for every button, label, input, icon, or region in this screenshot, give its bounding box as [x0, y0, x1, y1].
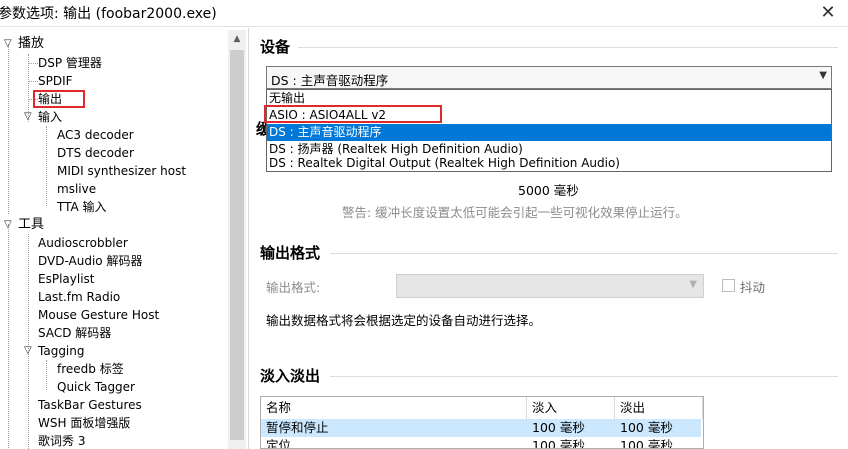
- tree-item-dsp-manager[interactable]: DSP 管理器: [38, 54, 102, 72]
- fade-section-title: 淡入淡出: [260, 367, 321, 385]
- chevron-down-icon: ▼: [689, 279, 697, 290]
- column-header-fade-in[interactable]: 淡入: [527, 397, 615, 419]
- annotation-highlight-box: [33, 90, 85, 108]
- tree-connector: [28, 81, 38, 82]
- tree-item-tta-input[interactable]: TTA 输入: [57, 198, 107, 216]
- window-title: 参数选项: 输出 (foobar2000.exe): [0, 6, 217, 22]
- fade-table[interactable]: 名称 淡入 淡出 暂停和停止 100 毫秒 100 毫秒 定位 100 毫秒 1…: [260, 396, 704, 449]
- collapse-arrow-icon[interactable]: ▽: [4, 216, 14, 234]
- section-divider: [330, 376, 838, 377]
- tree-item-sacd-decoder[interactable]: SACD 解码器: [38, 324, 111, 342]
- row-fade-out: 100 毫秒: [620, 420, 673, 435]
- tree-item-spdif[interactable]: SPDIF: [38, 72, 73, 90]
- scroll-up-icon[interactable]: ▲: [228, 30, 246, 48]
- device-select[interactable]: DS : 主声音驱动程序 ▼: [266, 66, 832, 89]
- tree-item-dvd-audio-decoder[interactable]: DVD-Audio 解码器: [38, 252, 142, 270]
- tree-item-midi-synth-host[interactable]: MIDI synthesizer host: [57, 162, 186, 180]
- column-header-name[interactable]: 名称: [261, 397, 527, 419]
- device-option-primary-sound-driver[interactable]: DS : 主声音驱动程序: [267, 124, 831, 141]
- row-fade-in: 100 毫秒: [532, 420, 585, 435]
- tree-item-mouse-gesture-host[interactable]: Mouse Gesture Host: [38, 306, 159, 324]
- dither-label: 抖动: [740, 280, 766, 295]
- tree-scrollbar[interactable]: ▲: [228, 30, 246, 449]
- section-divider: [298, 47, 838, 48]
- tree-item-wsh-panel[interactable]: WSH 面板增强版: [38, 414, 130, 432]
- table-row[interactable]: 暂停和停止 100 毫秒 100 毫秒: [261, 419, 701, 437]
- tree-item-mslive[interactable]: mslive: [57, 180, 96, 198]
- collapse-arrow-icon[interactable]: ▽: [4, 35, 14, 53]
- tree-connector: [28, 63, 38, 64]
- device-dropdown-list[interactable]: 无输出 ASIO : ASIO4ALL v2 DS : 主声音驱动程序 DS :…: [266, 89, 832, 172]
- row-fade-in: 100 毫秒: [532, 438, 585, 449]
- tree-item-input[interactable]: 输入: [38, 108, 62, 126]
- tree-item-lastfm-radio[interactable]: Last.fm Radio: [38, 288, 120, 306]
- tree-item-playback[interactable]: 播放: [18, 35, 44, 53]
- device-option-digital-output[interactable]: DS : Realtek Digital Output (Realtek Hig…: [267, 155, 831, 172]
- annotation-highlight-box: [264, 105, 442, 123]
- section-divider: [330, 253, 838, 254]
- output-format-select[interactable]: ▼: [396, 274, 704, 298]
- collapse-arrow-icon[interactable]: ▽: [24, 342, 34, 360]
- tree-item-esplaylist[interactable]: EsPlaylist: [38, 270, 94, 288]
- tree-item-quick-tagger[interactable]: Quick Tagger: [57, 378, 135, 396]
- output-settings-panel: 设备 DS : 主声音驱动程序 ▼ 无输出 ASIO : ASIO4ALL v2…: [250, 28, 848, 449]
- tree-connector: [46, 126, 47, 206]
- tree-item-taskbar-gestures[interactable]: TaskBar Gestures: [38, 396, 142, 414]
- title-bar: 参数选项: 输出 (foobar2000.exe) ✕: [0, 0, 848, 27]
- close-icon[interactable]: ✕: [808, 0, 848, 27]
- buffer-length-value: 5000 毫秒: [518, 183, 579, 198]
- tree-item-freedb-tags[interactable]: freedb 标签: [57, 360, 124, 378]
- row-name: 定位: [266, 438, 292, 449]
- tree-item-tools[interactable]: 工具: [18, 216, 44, 234]
- scrollbar-thumb[interactable]: [230, 50, 244, 440]
- tree-item-dts-decoder[interactable]: DTS decoder: [57, 144, 134, 162]
- tree-connector: [8, 44, 9, 214]
- row-fade-out: 100 毫秒: [620, 438, 673, 449]
- tree-item-lyrics-show[interactable]: 歌词秀 3: [38, 432, 85, 449]
- chevron-down-icon: ▼: [819, 70, 827, 81]
- tree-item-tagging[interactable]: Tagging: [38, 342, 85, 360]
- tree-item-ac3-decoder[interactable]: AC3 decoder: [57, 126, 134, 144]
- output-format-description: 输出数据格式将会根据选定的设备自动进行选择。: [266, 313, 542, 328]
- tree-connector: [8, 224, 9, 449]
- output-format-section-title: 输出格式: [260, 244, 321, 262]
- row-name: 暂停和停止: [266, 420, 329, 435]
- collapse-arrow-icon[interactable]: ▽: [24, 108, 34, 126]
- buffer-warning-text: 警告: 缓冲长度设置太低可能会引起一些可视化效果停止运行。: [342, 205, 688, 220]
- preferences-tree: ▽ 播放 DSP 管理器 SPDIF 输出 ▽ 输入 AC3 decoder D…: [0, 28, 249, 449]
- dither-checkbox[interactable]: [722, 279, 735, 292]
- device-select-value: DS : 主声音驱动程序: [271, 73, 389, 88]
- device-section-title: 设备: [260, 38, 291, 56]
- output-format-label: 输出格式:: [266, 280, 321, 295]
- table-row[interactable]: 定位 100 毫秒 100 毫秒: [261, 437, 701, 449]
- tree-connector: [46, 360, 47, 390]
- column-header-fade-out[interactable]: 淡出: [615, 397, 703, 419]
- tree-item-audioscrobbler[interactable]: Audioscrobbler: [38, 234, 128, 252]
